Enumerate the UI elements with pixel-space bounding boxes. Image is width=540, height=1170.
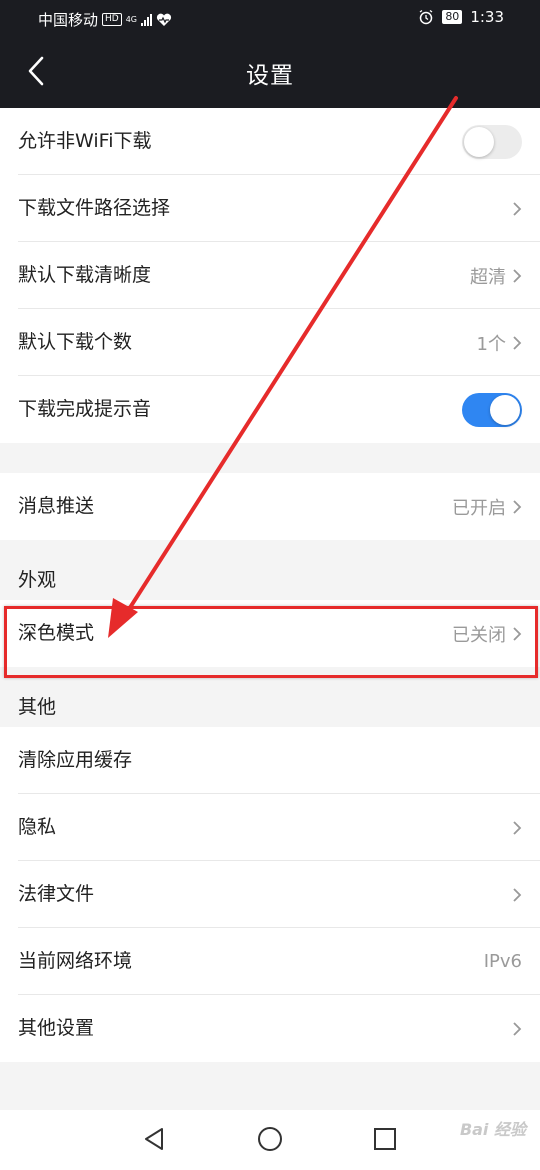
download-settings-group: 允许非WiFi下载 下载文件路径选择 默认下载清晰度 超清 默认下载个数 1个 (0, 108, 540, 443)
push-settings-group: 消息推送 已开启 (0, 473, 540, 540)
row-value: IPv6 (483, 951, 522, 972)
message-push-row[interactable]: 消息推送 已开启 (18, 473, 540, 540)
row-value: 1个 (476, 333, 506, 355)
download-path-row[interactable]: 下载文件路径选择 (18, 175, 540, 242)
download-complete-sound-row[interactable]: 下载完成提示音 (18, 376, 540, 443)
nav-home-icon[interactable] (255, 1124, 285, 1154)
row-value: 超清 (470, 266, 506, 288)
clear-cache-row[interactable]: 清除应用缓存 (18, 727, 540, 794)
row-value: 已开启 (452, 497, 506, 519)
download-complete-sound-toggle[interactable] (462, 392, 522, 427)
settings-list: 允许非WiFi下载 下载文件路径选择 默认下载清晰度 超清 默认下载个数 1个 (0, 108, 540, 1062)
annotation-highlight-box (4, 606, 538, 678)
system-nav-bar: Bai 经验 (0, 1110, 540, 1170)
row-label: 默认下载个数 (18, 331, 133, 353)
section-title: 其他 (18, 696, 57, 718)
chevron-right-icon (513, 335, 522, 350)
network-environment-row: 当前网络环境 IPv6 (18, 928, 540, 995)
other-settings-row[interactable]: 其他设置 (18, 995, 540, 1062)
nav-recent-apps-icon[interactable] (370, 1124, 400, 1154)
network-type: 4G (125, 14, 138, 24)
other-settings-group: 清除应用缓存 隐私 法律文件 当前网络环境 IPv6 其他设置 (0, 727, 540, 1062)
appearance-section-header: 外观 (0, 540, 540, 600)
privacy-row[interactable]: 隐私 (18, 794, 540, 861)
row-label: 下载完成提示音 (18, 398, 152, 420)
allow-non-wifi-download-toggle[interactable] (462, 124, 522, 159)
default-download-quality-row[interactable]: 默认下载清晰度 超清 (18, 242, 540, 309)
row-label: 当前网络环境 (18, 950, 133, 972)
signal-icon (141, 13, 153, 26)
app-bar: 设置 (0, 36, 540, 108)
row-label: 清除应用缓存 (18, 749, 133, 771)
chevron-right-icon (513, 887, 522, 902)
watermark: Bai 经验 (459, 1120, 526, 1139)
row-label: 其他设置 (18, 1017, 95, 1039)
row-label: 下载文件路径选择 (18, 197, 171, 219)
chevron-right-icon (513, 201, 522, 216)
row-label: 允许非WiFi下载 (18, 130, 152, 152)
section-gap (0, 443, 540, 473)
legal-documents-row[interactable]: 法律文件 (18, 861, 540, 928)
section-title: 外观 (18, 569, 57, 591)
clock: 1:33 (470, 8, 504, 26)
default-download-count-row[interactable]: 默认下载个数 1个 (18, 309, 540, 376)
battery-level: 80 (442, 10, 463, 24)
heart-monitor-icon (156, 13, 172, 26)
row-label: 隐私 (18, 816, 57, 838)
alarm-icon (419, 9, 433, 25)
row-label: 消息推送 (18, 495, 95, 517)
nav-back-icon[interactable] (140, 1124, 170, 1154)
page-title: 设置 (246, 63, 294, 89)
chevron-right-icon (513, 268, 522, 283)
row-label: 默认下载清晰度 (18, 264, 152, 286)
carrier-name: 中国移动 (38, 11, 99, 29)
chevron-right-icon (513, 820, 522, 835)
hd-badge: HD (102, 13, 122, 26)
chevron-right-icon (513, 499, 522, 514)
row-label: 法律文件 (18, 883, 95, 905)
chevron-right-icon (513, 1021, 522, 1036)
allow-non-wifi-download-row[interactable]: 允许非WiFi下载 (18, 108, 540, 175)
status-bar: 中国移动 HD 4G 80 1:33 (0, 0, 540, 36)
